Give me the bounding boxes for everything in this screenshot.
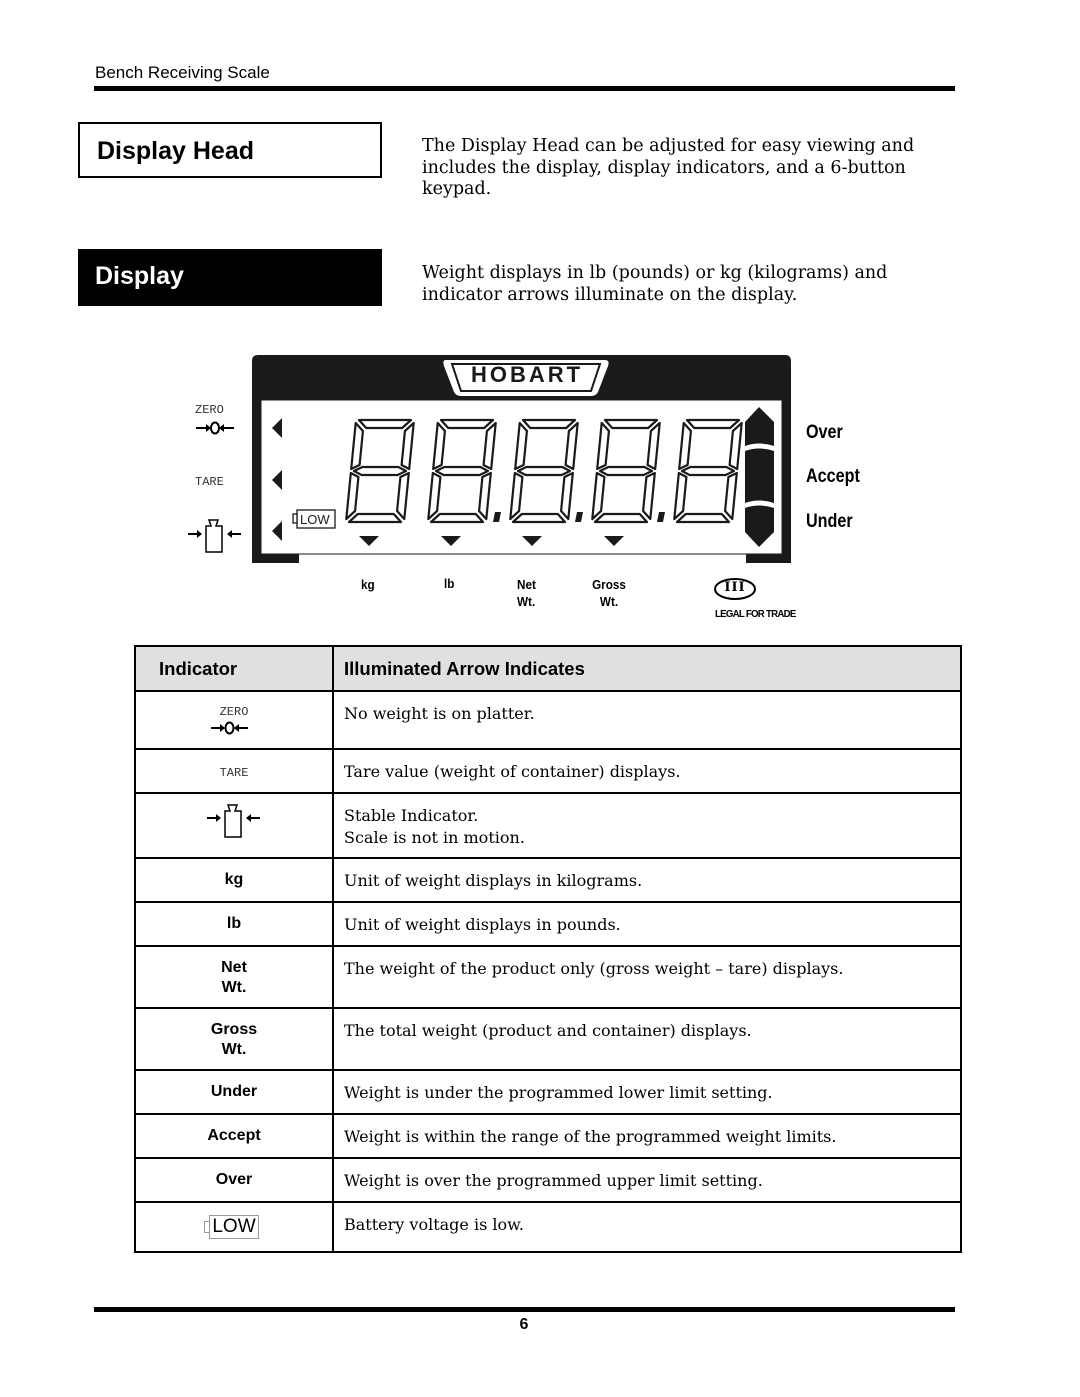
description-cell: Tare value (weight of container) display… [332,748,962,794]
indicator-label: Under [210,1083,258,1100]
net-wt-label: Net Wt. [517,576,536,610]
table-row: TARE Tare value (weight of container) di… [134,748,962,794]
indicator-cell: Gross Wt. [134,1007,334,1071]
over-label: Over [806,422,843,443]
indicator-label: Gross [210,1021,258,1038]
indicator-label: Over [215,1171,253,1188]
brand-logo: HOBART [470,362,584,387]
description-line: Stable Indicator. [344,806,479,825]
indicator-label: lb [226,915,242,932]
wt-label-text: Wt. [599,594,619,609]
indicator-cell: lb [134,901,334,947]
zero-label: ZERO [195,403,224,417]
table-header-row: Indicator Illuminated Arrow Indicates [134,645,962,692]
indicator-label: kg [224,871,244,888]
indicator-label: TARE [219,766,249,780]
table-row: ZERO No weight is on platter. [134,690,962,750]
indicator-cell: TARE [134,748,334,794]
indicator-cell [134,792,334,859]
indicator-cell: kg [134,857,334,903]
under-label: Under [806,511,853,532]
table-row: LOW Battery voltage is low. [134,1201,962,1253]
lb-label-text: lb [444,576,455,591]
indicator-cell: Under [134,1069,334,1115]
table-row: Stable Indicator. Scale is not in motion… [134,792,962,859]
indicator-label: Net [221,959,247,976]
net-label-text: Net [517,577,536,592]
indicator-label: Accept [207,1127,261,1144]
zero-center-icon [196,421,234,435]
legal-for-trade-caption: LEGAL FOR TRADE [715,608,796,620]
description-cell: Weight is within the range of the progra… [332,1113,962,1159]
indicator-table: Indicator Illuminated Arrow Indicates ZE… [134,645,962,1253]
indicator-label: LOW [209,1215,259,1239]
indicator-cell: ZERO [134,690,334,750]
table-row: Net Wt. The weight of the product only (… [134,945,962,1009]
gross-wt-label: Gross Wt. [591,576,627,610]
low-battery-icon: LOW [204,1215,259,1239]
indicator-label-line2: Wt. [221,979,247,996]
table-row: Under Weight is under the programmed low… [134,1069,962,1115]
lb-label: lb [444,575,454,592]
accept-indicator-icon [745,448,774,503]
indicator-cell: Over [134,1157,334,1203]
display-illustration: ZERO TARE HOBART LOW Over Accept Under k… [0,0,1080,640]
table-row: lb Unit of weight displays in pounds. [134,901,962,947]
footer-rule [94,1307,955,1312]
indicator-label-line2: Wt. [221,1041,247,1058]
tare-label: TARE [195,475,224,489]
table-row: kg Unit of weight displays in kilograms. [134,857,962,903]
wt-label-text: Wt. [517,594,536,609]
stable-weight-icon [207,804,260,838]
description-cell: Weight is under the programmed lower lim… [332,1069,962,1115]
page-number: 6 [519,1316,529,1333]
zero-center-icon [211,721,248,735]
battery-nub [204,1221,210,1233]
table-row: Over Weight is over the programmed upper… [134,1157,962,1203]
table-row: Accept Weight is within the range of the… [134,1113,962,1159]
description-line: Scale is not in motion. [344,828,525,847]
accept-label: Accept [806,466,860,487]
indicator-cell: LOW [134,1201,334,1253]
gross-label-text: Gross [592,577,626,592]
description-cell: Stable Indicator. Scale is not in motion… [332,792,962,859]
kg-label-text: kg [361,577,375,592]
kg-label: kg [361,576,375,593]
indicator-label: ZERO [219,705,249,719]
accuracy-class: III [724,580,746,595]
description-cell: Unit of weight displays in kilograms. [332,857,962,903]
description-cell: Battery voltage is low. [332,1201,962,1253]
description-cell: Unit of weight displays in pounds. [332,901,962,947]
description-cell: No weight is on platter. [332,690,962,750]
indicator-cell: Accept [134,1113,334,1159]
table-row: Gross Wt. The total weight (product and … [134,1007,962,1071]
display-panel-drawing [188,355,791,600]
stable-weight-icon [188,519,241,553]
indicator-cell: Net Wt. [134,945,334,1009]
low-battery-label: LOW [300,512,330,527]
column-header-description: Illuminated Arrow Indicates [332,645,962,692]
description-cell: The total weight (product and container)… [332,1007,962,1071]
description-cell: Weight is over the programmed upper limi… [332,1157,962,1203]
column-header-indicator: Indicator [134,645,334,692]
description-cell: The weight of the product only (gross we… [332,945,962,1009]
